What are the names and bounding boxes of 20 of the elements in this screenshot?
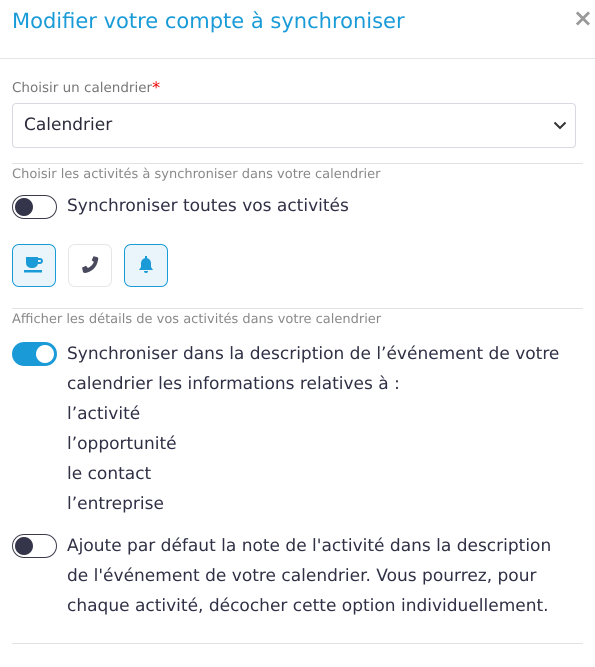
cup-icon bbox=[24, 256, 44, 274]
toggle-switch[interactable] bbox=[12, 194, 57, 219]
chevron-down-icon bbox=[553, 121, 567, 130]
info-item: l’opportunité bbox=[67, 432, 178, 456]
info-item: le contact bbox=[67, 462, 152, 486]
info-item: l’entreprise bbox=[67, 492, 165, 516]
calendar-select[interactable]: Calendrier bbox=[12, 103, 576, 148]
toggle-label: Synchroniser toutes vos activités bbox=[67, 195, 349, 218]
required-mark: * bbox=[152, 79, 160, 97]
option-description: Ajoute par défaut la note de l'activité dans la description de l'événement de votre calendrier. Vous pourrez, pour chaque activité, décocher cette option individuellement. bbox=[67, 534, 552, 618]
field-label: Choisir un calendrier bbox=[12, 79, 152, 97]
info-item: l’activité bbox=[67, 402, 142, 426]
phone-icon bbox=[81, 256, 99, 274]
section-label: Afficher les détails de vos activités dans votre calendrier bbox=[12, 310, 382, 328]
section-label: Choisir les activités à synchroniser dans votre calendrier bbox=[12, 166, 382, 184]
option-description: Synchroniser dans la description de l’événement de votre calendrier les informations relatives à : bbox=[67, 342, 560, 396]
dialog-title: Modifier votre compte à synchroniser bbox=[12, 8, 405, 35]
toggle-switch[interactable] bbox=[12, 534, 57, 558]
toggle-switch[interactable] bbox=[12, 342, 57, 366]
bell-icon bbox=[138, 256, 154, 274]
